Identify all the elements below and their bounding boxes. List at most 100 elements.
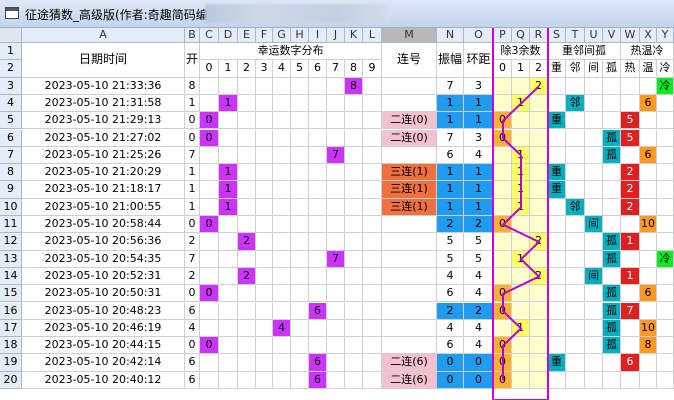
cell-amplitude[interactable]: 0: [437, 371, 464, 389]
cell-lianhao[interactable]: 三连(1): [382, 164, 437, 182]
cell-digit-8[interactable]: [345, 250, 363, 268]
cell-repeat-1[interactable]: [566, 250, 585, 268]
header-repeat-1[interactable]: 邻: [566, 60, 585, 78]
cell-lianhao[interactable]: [382, 250, 437, 268]
cell-digit-6[interactable]: [309, 319, 327, 338]
cell-datetime[interactable]: 2023-05-10 20:44:15: [22, 337, 185, 355]
cell-digit-0[interactable]: 0: [200, 337, 219, 355]
cell-digit-7[interactable]: [327, 112, 345, 130]
cell-open-value[interactable]: 7: [185, 146, 200, 165]
cell-digit-8[interactable]: [345, 319, 363, 338]
cell-heat-2[interactable]: [657, 337, 674, 355]
cell-mod3-2[interactable]: 2: [530, 233, 548, 251]
cell-ring-dist[interactable]: 0: [464, 354, 494, 372]
cell-repeat-1[interactable]: 邻: [566, 94, 585, 113]
cell-digit-3[interactable]: [256, 285, 273, 303]
cell-mod3-0[interactable]: 0: [494, 112, 512, 130]
cell-digit-5[interactable]: [291, 267, 309, 286]
cell-digit-6[interactable]: 6: [309, 354, 327, 372]
cell-digit-7[interactable]: [327, 181, 345, 199]
cell-datetime[interactable]: 2023-05-10 21:25:26: [22, 146, 185, 165]
cell-lianhao[interactable]: [382, 77, 437, 95]
cell-digit-3[interactable]: [256, 146, 273, 165]
cell-lianhao[interactable]: 三连(1): [382, 181, 437, 199]
cell-repeat-2[interactable]: [585, 285, 603, 303]
cell-digit-0[interactable]: [200, 302, 219, 320]
cell-datetime[interactable]: 2023-05-10 20:40:12: [22, 371, 185, 389]
header-open[interactable]: 开: [185, 43, 200, 78]
header-digit-4[interactable]: 4: [273, 60, 291, 78]
row-header-13[interactable]: 13: [0, 250, 22, 268]
cell-mod3-2[interactable]: [530, 302, 548, 320]
cell-repeat-3[interactable]: 孤: [603, 319, 621, 338]
header-digit-0[interactable]: 0: [200, 60, 219, 78]
cell-heat-2[interactable]: [657, 267, 674, 286]
cell-digit-5[interactable]: [291, 337, 309, 355]
cell-heat-1[interactable]: [640, 112, 657, 130]
cell-repeat-1[interactable]: 邻: [566, 198, 585, 216]
cell-digit-6[interactable]: [309, 146, 327, 165]
cell-digit-1[interactable]: [219, 267, 238, 286]
cell-ring-dist[interactable]: 3: [464, 77, 494, 95]
cell-open-value[interactable]: 7: [185, 250, 200, 268]
cell-datetime[interactable]: 2023-05-10 20:52:31: [22, 267, 185, 286]
cell-amplitude[interactable]: 5: [437, 233, 464, 251]
cell-digit-0[interactable]: [200, 250, 219, 268]
cell-repeat-3[interactable]: [603, 77, 621, 95]
header-mod3-0[interactable]: 0: [494, 60, 512, 78]
cell-repeat-1[interactable]: [566, 146, 585, 165]
cell-digit-8[interactable]: [345, 267, 363, 286]
cell-mod3-1[interactable]: [512, 302, 530, 320]
cell-mod3-1[interactable]: 1: [512, 94, 530, 113]
cell-digit-5[interactable]: [291, 164, 309, 182]
select-all-corner[interactable]: [0, 28, 22, 43]
cell-mod3-1[interactable]: [512, 112, 530, 130]
cell-repeat-0[interactable]: [548, 302, 566, 320]
cell-heat-2[interactable]: [657, 302, 674, 320]
cell-open-value[interactable]: 1: [185, 94, 200, 113]
cell-heat-2[interactable]: [657, 371, 674, 389]
row-header-5[interactable]: 5: [0, 112, 22, 130]
cell-repeat-3[interactable]: 孤: [603, 233, 621, 251]
cell-repeat-1[interactable]: [566, 233, 585, 251]
cell-heat-2[interactable]: [657, 216, 674, 234]
cell-digit-0[interactable]: [200, 371, 219, 389]
cell-digit-0[interactable]: [200, 146, 219, 165]
cell-digit-1[interactable]: [219, 233, 238, 251]
cell-mod3-2[interactable]: [530, 285, 548, 303]
cell-digit-7[interactable]: [327, 94, 345, 113]
cell-lianhao[interactable]: [382, 302, 437, 320]
cell-ring-dist[interactable]: 1: [464, 112, 494, 130]
cell-repeat-0[interactable]: [548, 94, 566, 113]
cell-ring-dist[interactable]: 0: [464, 371, 494, 389]
cell-digit-6[interactable]: 6: [309, 371, 327, 389]
cell-repeat-2[interactable]: [585, 354, 603, 372]
cell-ring-dist[interactable]: 1: [464, 198, 494, 216]
cell-digit-7[interactable]: [327, 302, 345, 320]
cell-repeat-0[interactable]: [548, 216, 566, 234]
column-header-C[interactable]: C: [200, 28, 219, 43]
cell-heat-0[interactable]: 6: [621, 354, 640, 372]
cell-digit-8[interactable]: [345, 354, 363, 372]
cell-digit-4[interactable]: [273, 285, 291, 303]
cell-heat-0[interactable]: 2: [621, 198, 640, 216]
cell-amplitude[interactable]: 4: [437, 267, 464, 286]
cell-digit-4[interactable]: [273, 216, 291, 234]
cell-repeat-1[interactable]: [566, 77, 585, 95]
cell-ring-dist[interactable]: 5: [464, 250, 494, 268]
row-header-11[interactable]: 11: [0, 216, 22, 234]
cell-mod3-2[interactable]: [530, 319, 548, 338]
cell-open-value[interactable]: 0: [185, 129, 200, 147]
cell-heat-2[interactable]: [657, 129, 674, 147]
cell-open-value[interactable]: 2: [185, 267, 200, 286]
cell-repeat-2[interactable]: [585, 337, 603, 355]
cell-digit-2[interactable]: [238, 337, 256, 355]
cell-heat-1[interactable]: [640, 164, 657, 182]
cell-mod3-1[interactable]: [512, 371, 530, 389]
cell-datetime[interactable]: 2023-05-10 20:58:44: [22, 216, 185, 234]
cell-heat-1[interactable]: [640, 354, 657, 372]
cell-mod3-0[interactable]: 0: [494, 129, 512, 147]
row-header-3[interactable]: 3: [0, 77, 22, 95]
cell-amplitude[interactable]: 6: [437, 146, 464, 165]
cell-ring-dist[interactable]: 2: [464, 216, 494, 234]
